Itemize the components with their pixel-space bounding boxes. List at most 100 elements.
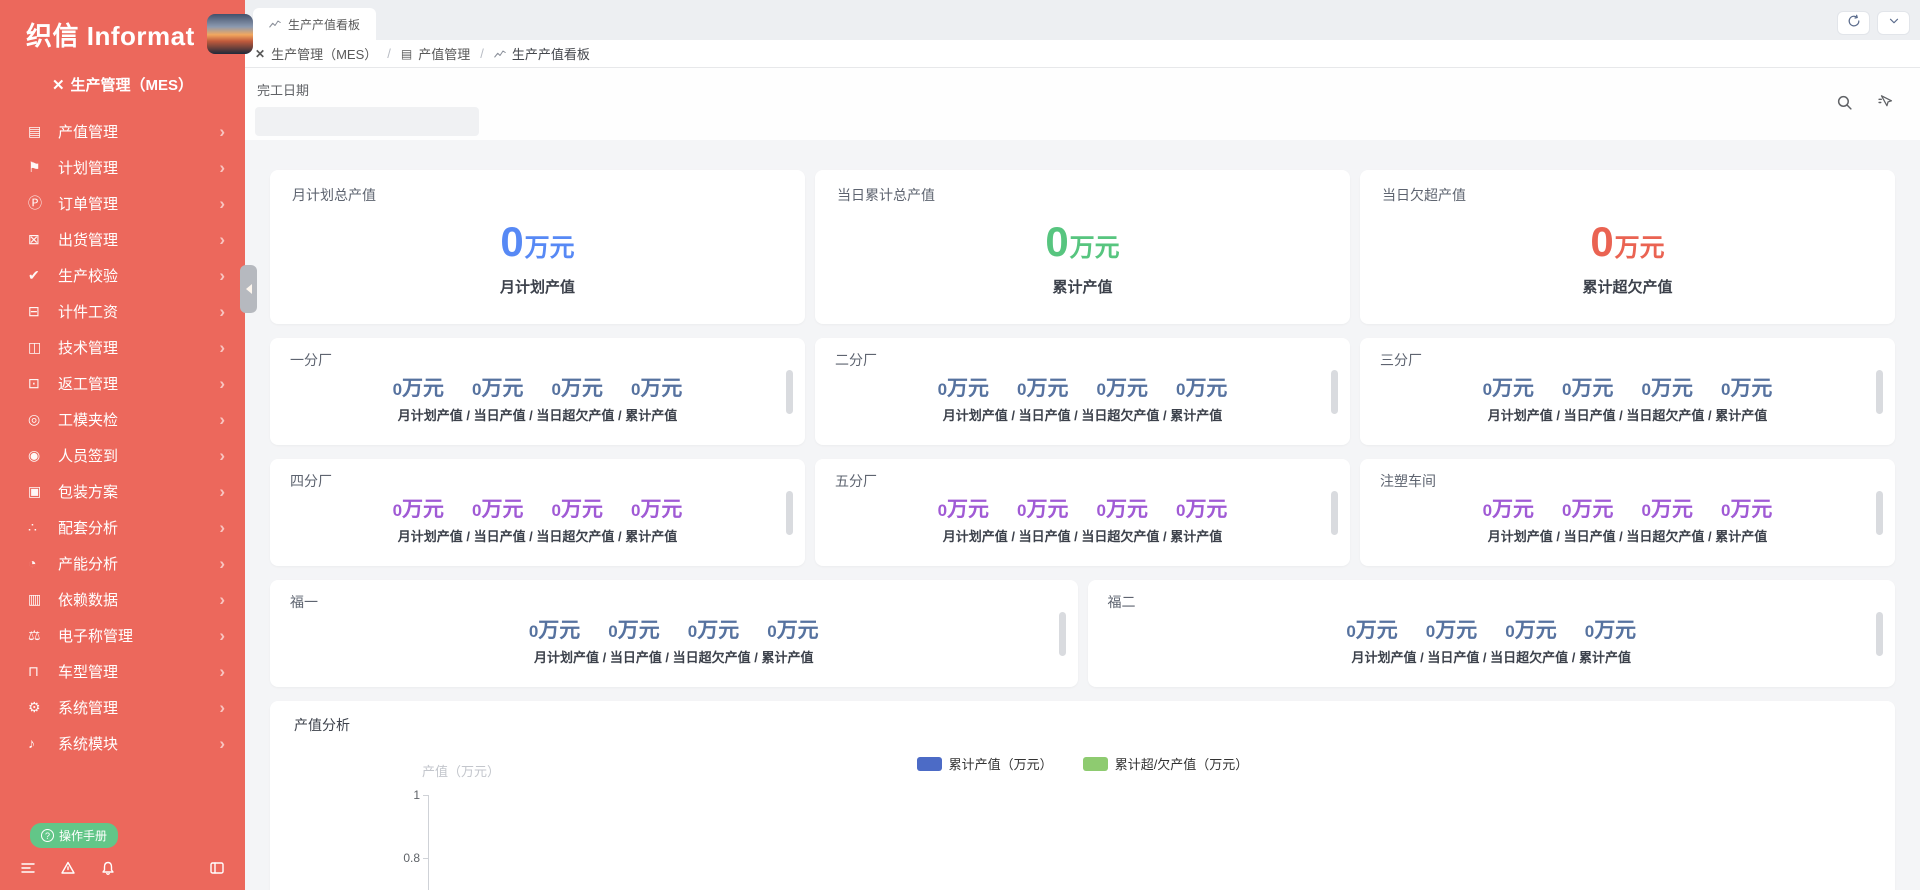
pointer-icon[interactable] bbox=[1877, 94, 1894, 111]
car-icon: ⊓ bbox=[28, 663, 52, 680]
card-scrollbar[interactable] bbox=[786, 491, 793, 535]
sidebar-item-6[interactable]: ⊟计件工资› bbox=[0, 293, 245, 329]
factory-values-row: 0万元0万元0万元0万元 bbox=[835, 498, 1330, 521]
breadcrumb-item-1[interactable]: ✕生产管理（MES） bbox=[255, 44, 377, 63]
factory-metrics-label: 月计划产值 / 当日产值 / 当日超欠产值 / 累计产值 bbox=[290, 405, 785, 424]
pie-clock-icon: ◔ bbox=[28, 555, 52, 571]
breadcrumb-item-2[interactable]: ▤产值管理 bbox=[401, 44, 470, 63]
card-scrollbar[interactable] bbox=[1331, 370, 1338, 414]
sidebar-item-label: 订单管理 bbox=[58, 193, 219, 214]
sidebar-item-5[interactable]: ✔生产校验› bbox=[0, 257, 245, 293]
filter-date-label: 完工日期 bbox=[257, 80, 1904, 99]
tab-label: 生产产值看板 bbox=[288, 16, 360, 33]
factory-card-四分厂: 四分厂 0万元0万元0万元0万元 月计划产值 / 当日产值 / 当日超欠产值 /… bbox=[270, 459, 805, 566]
sidebar-item-1[interactable]: ▤产值管理› bbox=[0, 113, 245, 149]
factory-value: 0万元 bbox=[1642, 377, 1693, 400]
sidebar-item-11[interactable]: ▣包装方案› bbox=[0, 473, 245, 509]
sidebar-collapse-handle[interactable] bbox=[240, 265, 257, 313]
factory-card-五分厂: 五分厂 0万元0万元0万元0万元 月计划产值 / 当日产值 / 当日超欠产值 /… bbox=[815, 459, 1350, 566]
sidebar-item-4[interactable]: ⊠出货管理› bbox=[0, 221, 245, 257]
tabs-dropdown-button[interactable] bbox=[1877, 11, 1910, 35]
factory-metrics-label: 月计划产值 / 当日产值 / 当日超欠产值 / 累计产值 bbox=[290, 647, 1058, 666]
breadcrumb: ✕生产管理（MES）/▤产值管理/生产产值看板 bbox=[245, 40, 1920, 68]
factory-metrics-label: 月计划产值 / 当日产值 / 当日超欠产值 / 累计产值 bbox=[290, 526, 785, 545]
sidebar-item-label: 产值管理 bbox=[58, 121, 219, 142]
chevron-right-icon: › bbox=[219, 627, 225, 644]
legend-label: 累计超/欠产值（万元） bbox=[1115, 754, 1249, 773]
sidebar-item-label: 人员签到 bbox=[58, 445, 219, 466]
warning-triangle-icon[interactable] bbox=[60, 860, 76, 876]
factory-card-一分厂: 一分厂 0万元0万元0万元0万元 月计划产值 / 当日产值 / 当日超欠产值 /… bbox=[270, 338, 805, 445]
sidebar-item-14[interactable]: ▥依赖数据› bbox=[0, 581, 245, 617]
order-icon: Ⓟ bbox=[28, 193, 52, 213]
dashboard-content: 月计划总产值 0万元 月计划产值当日累计总产值 0万元 累计产值当日欠超产值 0… bbox=[245, 140, 1920, 890]
kpi-card-title: 月计划总产值 bbox=[292, 185, 783, 205]
chevron-right-icon: › bbox=[219, 339, 225, 356]
rework-doc-icon: ⊡ bbox=[28, 375, 52, 392]
factory-value: 0万元 bbox=[688, 619, 739, 642]
sidebar-item-17[interactable]: ⚙系统管理› bbox=[0, 689, 245, 725]
legend-swatch bbox=[1083, 757, 1108, 771]
logo-row: 织信 Informat bbox=[0, 0, 245, 58]
factory-metrics-label: 月计划产值 / 当日产值 / 当日超欠产值 / 累计产值 bbox=[1108, 647, 1876, 666]
kpi-card-value: 0万元 bbox=[1382, 221, 1873, 263]
card-scrollbar[interactable] bbox=[786, 370, 793, 414]
card-scrollbar[interactable] bbox=[1876, 491, 1883, 535]
legend-item-2[interactable]: 累计超/欠产值（万元） bbox=[1083, 754, 1249, 773]
factory-value: 0万元 bbox=[1346, 619, 1397, 642]
y-axis-line bbox=[428, 795, 429, 890]
sidebar-item-12[interactable]: ∴配套分析› bbox=[0, 509, 245, 545]
factory-card-注塑车间: 注塑车间 0万元0万元0万元0万元 月计划产值 / 当日产值 / 当日超欠产值 … bbox=[1360, 459, 1895, 566]
menu-lines-icon[interactable] bbox=[20, 860, 36, 876]
sidebar-item-18[interactable]: ♪系统模块› bbox=[0, 725, 245, 761]
sidebar-item-3[interactable]: Ⓟ订单管理› bbox=[0, 185, 245, 221]
kpi-row: 月计划总产值 0万元 月计划产值当日累计总产值 0万元 累计产值当日欠超产值 0… bbox=[270, 170, 1895, 324]
sidebar-item-15[interactable]: ⚖电子称管理› bbox=[0, 617, 245, 653]
factory-card-title: 一分厂 bbox=[290, 350, 785, 370]
factory-value: 0万元 bbox=[1017, 498, 1068, 521]
sidebar-item-9[interactable]: ◎工模夹检› bbox=[0, 401, 245, 437]
completion-date-input[interactable] bbox=[255, 107, 479, 136]
manual-button[interactable]: ? 操作手册 bbox=[30, 823, 118, 848]
card-scrollbar[interactable] bbox=[1059, 612, 1066, 656]
panel-toggle-icon[interactable] bbox=[209, 860, 225, 876]
sidebar-item-label: 产能分析 bbox=[58, 553, 219, 574]
factory-row-2: 四分厂 0万元0万元0万元0万元 月计划产值 / 当日产值 / 当日超欠产值 /… bbox=[270, 459, 1895, 566]
breadcrumb-item-label: 生产管理（MES） bbox=[271, 44, 377, 63]
factory-card-title: 五分厂 bbox=[835, 471, 1330, 491]
sidebar-item-16[interactable]: ⊓车型管理› bbox=[0, 653, 245, 689]
sidebar-item-label: 工模夹检 bbox=[58, 409, 219, 430]
tick-mark bbox=[423, 795, 428, 796]
card-scrollbar[interactable] bbox=[1876, 612, 1883, 656]
tab-production-value-board[interactable]: 生产产值看板 bbox=[253, 8, 376, 40]
legend-item-1[interactable]: 累计产值（万元） bbox=[917, 754, 1053, 773]
search-icon[interactable] bbox=[1836, 94, 1853, 111]
card-scrollbar[interactable] bbox=[1331, 491, 1338, 535]
kpi-card-sublabel: 累计产值 bbox=[837, 276, 1328, 297]
user-avatar[interactable] bbox=[207, 14, 253, 54]
chevron-right-icon: › bbox=[219, 591, 225, 608]
refresh-button[interactable] bbox=[1837, 11, 1870, 35]
output-analysis-chart-card: 产值分析 累计产值（万元）累计超/欠产值（万元） 产值（万元） 1 0.8 bbox=[270, 701, 1895, 890]
factory-value: 0万元 bbox=[631, 377, 682, 400]
chevron-right-icon: › bbox=[219, 699, 225, 716]
breadcrumb-item-label: 产值管理 bbox=[418, 44, 470, 63]
sidebar-item-10[interactable]: ◉人员签到› bbox=[0, 437, 245, 473]
factory-values-row: 0万元0万元0万元0万元 bbox=[290, 498, 785, 521]
factory-values-row: 0万元0万元0万元0万元 bbox=[1108, 619, 1876, 642]
bell-icon[interactable] bbox=[100, 860, 116, 876]
line-chart-icon bbox=[269, 18, 281, 30]
factory-value: 0万元 bbox=[472, 498, 523, 521]
sidebar-item-13[interactable]: ◔产能分析› bbox=[0, 545, 245, 581]
module-icon: ♪ bbox=[28, 735, 52, 751]
chevron-right-icon: › bbox=[219, 519, 225, 536]
sidebar-item-label: 系统模块 bbox=[58, 733, 219, 754]
kpi-card-sublabel: 月计划产值 bbox=[292, 276, 783, 297]
sidebar-item-8[interactable]: ⊡返工管理› bbox=[0, 365, 245, 401]
sidebar-item-2[interactable]: ⚑计划管理› bbox=[0, 149, 245, 185]
sidebar-item-7[interactable]: ◫技术管理› bbox=[0, 329, 245, 365]
factory-value: 0万元 bbox=[552, 377, 603, 400]
breadcrumb-item-3[interactable]: 生产产值看板 bbox=[494, 44, 590, 63]
card-scrollbar[interactable] bbox=[1876, 370, 1883, 414]
factory-values-row: 0万元0万元0万元0万元 bbox=[290, 619, 1058, 642]
